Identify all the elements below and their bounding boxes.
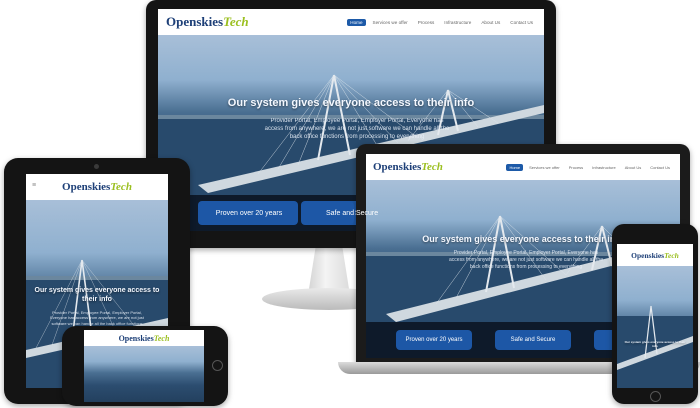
laptop-nav-infrastructure[interactable]: Infrastructure (589, 164, 619, 171)
phone-hero-title: Our system gives everyone access to thei… (624, 340, 686, 348)
laptop-nav-process[interactable]: Process (566, 164, 586, 171)
nav-infrastructure[interactable]: Infrastructure (441, 19, 474, 26)
nav-services[interactable]: Services we offer (370, 19, 411, 26)
laptop-hero-body: Provider Portal, Employee Portal, Employ… (449, 250, 603, 270)
laptop-nav-home[interactable]: Home (506, 163, 524, 171)
phone-portrait-header: OpenskiesTech (617, 244, 693, 266)
nav-contact[interactable]: Contact Us (507, 19, 536, 26)
nav-home[interactable]: Home (347, 18, 366, 26)
float-proven-button[interactable]: Proven over 20 years (200, 202, 298, 224)
desktop-header: OpenskiesTech Home Services we offer Pro… (158, 9, 544, 35)
laptop-logo[interactable]: OpenskiesTech (373, 161, 443, 173)
laptop-header: OpenskiesTech Home Services we offer Pro… (366, 154, 680, 180)
laptop-nav: Home Services we offer Process Infrastru… (506, 163, 673, 171)
laptop-safe-button[interactable]: Safe and Secure (495, 330, 571, 350)
phone-portrait: OpenskiesTech Our system gives everyone … (612, 224, 698, 404)
tablet-menu-icon[interactable]: ≡ (32, 182, 36, 189)
laptop-nav-contact[interactable]: Contact Us (647, 164, 673, 171)
phone-portrait-home-button[interactable] (650, 391, 661, 402)
desktop-nav: Home Services we offer Process Infrastru… (347, 18, 536, 26)
phone-landscape-screen: OpenskiesTech (84, 330, 204, 402)
phone-landscape-hero (84, 346, 204, 402)
phone-landscape-home-button[interactable] (212, 360, 223, 371)
phone-landscape: OpenskiesTech (62, 326, 228, 406)
laptop-nav-about[interactable]: About Us (622, 164, 644, 171)
nav-process[interactable]: Process (415, 19, 438, 26)
desktop-logo[interactable]: OpenskiesTech (166, 14, 249, 30)
tablet-logo[interactable]: OpenskiesTech (62, 181, 132, 193)
phone-landscape-header: OpenskiesTech (84, 330, 204, 346)
nav-about[interactable]: About Us (478, 19, 503, 26)
phone-bridge-image (617, 305, 693, 388)
phone-portrait-hero: Our system gives everyone access to thei… (617, 266, 693, 388)
hero-body: Provider Portal, Employee Portal, Employ… (264, 118, 450, 141)
tablet-hero-title: Our system gives everyone access to thei… (34, 287, 160, 304)
hero-title: Our system gives everyone access to thei… (227, 97, 475, 109)
tablet-camera (94, 164, 99, 169)
laptop-proven-button[interactable]: Proven over 20 years (396, 330, 472, 350)
phone-landscape-logo[interactable]: OpenskiesTech (119, 334, 170, 343)
phone-portrait-site: OpenskiesTech Our system gives everyone … (617, 244, 693, 388)
phone-landscape-site: OpenskiesTech (84, 330, 204, 402)
float-safe-button[interactable]: Safe and Secure (306, 202, 378, 224)
phone-portrait-screen: OpenskiesTech Our system gives everyone … (617, 244, 693, 388)
phone-portrait-logo[interactable]: OpenskiesTech (631, 251, 679, 260)
tablet-header: ≡ OpenskiesTech (26, 174, 168, 200)
laptop-nav-services[interactable]: Services we offer (526, 164, 563, 171)
